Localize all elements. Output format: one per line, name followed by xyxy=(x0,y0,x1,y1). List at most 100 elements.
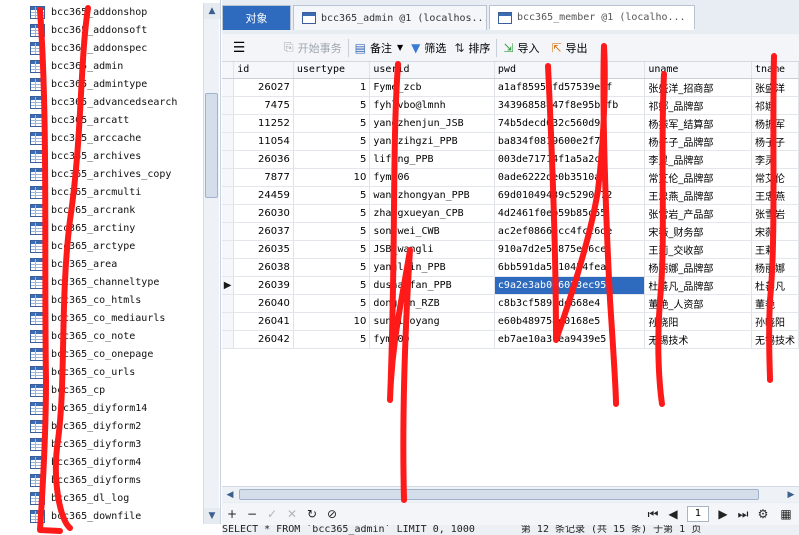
tree-item-table[interactable]: bcc365_arcatt xyxy=(0,111,203,129)
cell-tname[interactable]: 李灵 xyxy=(751,150,799,169)
tree-item-table[interactable]: bcc365_archives xyxy=(0,147,203,165)
cell-usertype[interactable]: 5 xyxy=(293,276,371,295)
next-page-icon[interactable]: ▶ xyxy=(713,507,733,521)
tab-admin-table[interactable]: bcc365_admin @1 (localhos... xyxy=(293,5,487,30)
table-row[interactable]: 7877 10 fym006 0ade6222de0b3510a5 常艾伦_品牌部 常艾伦 xyxy=(222,168,799,187)
tree-vertical-scrollbar[interactable]: ▲ ▼ xyxy=(203,3,220,524)
cell-uname[interactable]: 常艾伦_品牌部 xyxy=(644,168,752,187)
cell-id[interactable]: 26040 xyxy=(233,294,294,313)
scroll-right-icon[interactable]: ▶ xyxy=(783,487,799,502)
cell-userid[interactable]: yangzhenjun_JSB xyxy=(369,114,495,133)
cell-id[interactable]: 24459 xyxy=(233,186,294,205)
table-row[interactable]: 26038 5 yangliin_PPB 6bb591da5110454fea 杨丽娜_… xyxy=(222,258,799,277)
cell-uname[interactable]: 张雪岩_产品部 xyxy=(644,204,752,223)
import-button[interactable]: ⇲ 导入 xyxy=(503,37,539,59)
grid-view-icon[interactable]: ▦ xyxy=(773,507,799,521)
tree-item-table[interactable]: bcc365_area xyxy=(0,255,203,273)
cell-usertype[interactable]: 5 xyxy=(293,150,371,169)
cell-userid[interactable]: songwei_CWB xyxy=(369,222,495,241)
add-record-icon[interactable]: + xyxy=(222,507,242,521)
tree-item-table[interactable]: bcc365_co_mediaurls xyxy=(0,309,203,327)
cell-usertype[interactable]: 5 xyxy=(293,186,371,205)
cell-id[interactable]: 26030 xyxy=(233,204,294,223)
row-indicator[interactable] xyxy=(222,294,235,313)
cell-usertype[interactable]: 5 xyxy=(293,204,371,223)
tree-item-table[interactable]: bcc365_archives_copy xyxy=(0,165,203,183)
cell-usertype[interactable]: 5 xyxy=(293,222,371,241)
scroll-down-icon[interactable]: ▼ xyxy=(204,508,220,524)
cell-tname[interactable]: 常艾伦 xyxy=(751,168,799,187)
refresh-icon[interactable]: ↻ xyxy=(302,507,322,521)
current-row-indicator-icon[interactable]: ▶ xyxy=(222,276,235,295)
table-row[interactable]: 26040 5 dongyan_RZB c8b3cf5893de668e4 董艳_人资部… xyxy=(222,294,799,313)
cell-tname[interactable]: 杨子子 xyxy=(751,132,799,151)
tree-item-table[interactable]: bcc365_co_note xyxy=(0,327,203,345)
cell-pwd[interactable]: e60b489758e0168e5 xyxy=(494,312,646,331)
cell-id[interactable]: 7877 xyxy=(233,168,294,187)
cell-pwd[interactable]: 0ade6222de0b3510a5 xyxy=(494,168,646,187)
last-page-icon[interactable]: ⏭ xyxy=(733,507,753,522)
table-row[interactable]: 24459 5 wangzhongyan_PPB 69d01049439c5290a7… xyxy=(222,186,799,205)
cell-uname[interactable]: 孙晓阳 xyxy=(644,312,752,331)
cell-pwd[interactable]: c9a2e3ab046023ec954 xyxy=(494,276,646,295)
cell-uname[interactable]: 祁娜_品牌部 xyxy=(644,96,752,115)
cell-id[interactable]: 26027 xyxy=(233,78,294,97)
tree-item-table[interactable]: bcc365_diyforms xyxy=(0,471,203,489)
row-indicator[interactable] xyxy=(222,222,235,241)
row-indicator[interactable] xyxy=(222,150,235,169)
cell-tname[interactable]: 王莉 xyxy=(751,240,799,259)
delete-record-icon[interactable]: − xyxy=(242,507,262,521)
cell-userid[interactable]: dushanfan_PPB xyxy=(369,276,495,295)
cell-usertype[interactable]: 5 xyxy=(293,294,371,313)
cell-pwd[interactable]: 4d2461f0eb59b85d55 xyxy=(494,204,646,223)
page-number-field[interactable]: 1 xyxy=(687,506,709,522)
cell-pwd[interactable]: 69d01049439c5290a72 xyxy=(494,186,646,205)
cell-id[interactable]: 26039 xyxy=(233,276,294,295)
table-row[interactable]: 26037 5 songwei_CWB ac2ef0866ecc4fcc6de 宋薇_财… xyxy=(222,222,799,241)
first-page-icon[interactable]: ⏮ xyxy=(643,507,663,522)
cell-id[interactable]: 11054 xyxy=(233,132,294,151)
cell-usertype[interactable]: 5 xyxy=(293,240,371,259)
table-row[interactable]: 11054 5 yangzihgzi_PPB ba834f0819600e2f7b 杨子… xyxy=(222,132,799,151)
cell-userid[interactable]: yangzihgzi_PPB xyxy=(369,132,495,151)
cell-pwd[interactable]: 34396858847f8e95b5fb xyxy=(494,96,646,115)
cell-usertype[interactable]: 10 xyxy=(293,168,371,187)
column-header-pwd[interactable]: pwd xyxy=(494,62,646,79)
row-indicator[interactable] xyxy=(222,78,235,97)
cell-pwd[interactable]: a1af8595ffd57539e3f xyxy=(494,78,646,97)
row-indicator[interactable] xyxy=(222,312,235,331)
prev-page-icon[interactable]: ◀ xyxy=(663,507,683,521)
filter-button[interactable]: ▼ 筛选 xyxy=(411,37,446,59)
row-indicator[interactable] xyxy=(222,258,235,277)
column-header-uname[interactable]: uname xyxy=(644,62,752,79)
cell-usertype[interactable]: 10 xyxy=(293,312,371,331)
row-indicator[interactable] xyxy=(222,240,235,259)
cell-pwd[interactable]: ac2ef0866ecc4fcc6de xyxy=(494,222,646,241)
tree-item-table[interactable]: bcc365_diyform2 xyxy=(0,417,203,435)
column-header-userid[interactable]: userid xyxy=(369,62,495,79)
cell-tname[interactable]: 祁娜 xyxy=(751,96,799,115)
cell-userid[interactable]: lifeng_PPB xyxy=(369,150,495,169)
row-indicator[interactable] xyxy=(222,168,235,187)
cell-tname[interactable]: 张雪岩 xyxy=(751,204,799,223)
cell-userid[interactable]: sunxiaoyang xyxy=(369,312,495,331)
table-row[interactable]: 26035 5 JSB_wangli 910a7d2e52875ed6ce 王莉_交收部… xyxy=(222,240,799,259)
cell-userid[interactable]: fym006 xyxy=(369,168,495,187)
row-indicator[interactable] xyxy=(222,186,235,205)
column-header-id[interactable]: id xyxy=(233,62,294,79)
cell-uname[interactable]: 张盛洋_招商部 xyxy=(644,78,752,97)
tab-member-table[interactable]: bcc365_member @1 (localho... xyxy=(489,5,695,30)
cell-tname[interactable]: 孙晓阳 xyxy=(751,312,799,331)
note-button[interactable]: ▤ 备注 ▼ xyxy=(355,37,404,59)
cell-usertype[interactable]: 1 xyxy=(293,78,371,97)
grid-horizontal-scrollbar[interactable]: ◀ ▶ xyxy=(222,486,799,502)
cell-id[interactable]: 7475 xyxy=(233,96,294,115)
cell-userid[interactable]: dongyan_RZB xyxy=(369,294,495,313)
row-indicator[interactable] xyxy=(222,132,235,151)
scroll-left-icon[interactable]: ◀ xyxy=(222,487,238,502)
tree-item-table[interactable]: bcc365_dl_log xyxy=(0,489,203,507)
row-indicator[interactable] xyxy=(222,96,235,115)
tree-item-table[interactable]: bcc365_advancedsearch xyxy=(0,93,203,111)
gear-icon[interactable]: ⚙ xyxy=(753,507,773,521)
table-row[interactable]: 26036 5 lifeng_PPB 003de71714f1a5a2ca 李灵_品牌部… xyxy=(222,150,799,169)
